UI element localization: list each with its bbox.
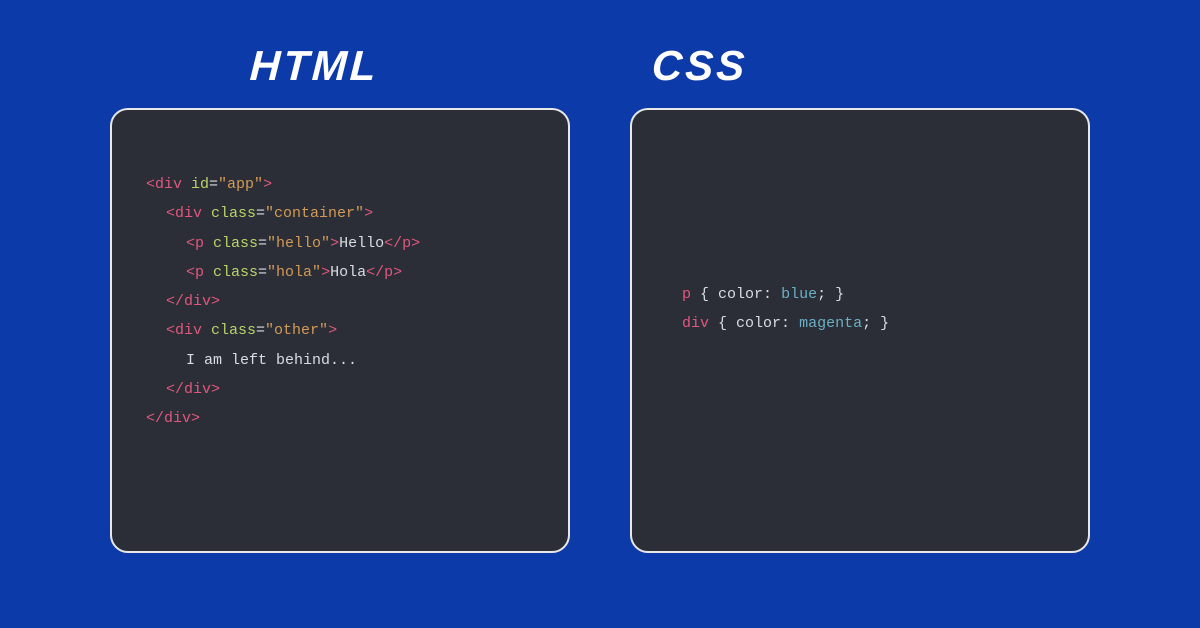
text-content: I am left behind... — [186, 352, 357, 369]
equals: = — [256, 322, 265, 339]
equals: = — [258, 235, 267, 252]
tag-closing: </div> — [166, 293, 220, 310]
text-content: Hola — [330, 264, 366, 281]
property: color — [736, 315, 781, 332]
semicolon: ; — [862, 315, 871, 332]
code-line: <div id="app"> — [146, 170, 534, 199]
code-line: <p class="hello">Hello</p> — [146, 229, 534, 258]
code-line: <p class="hola">Hola</p> — [146, 258, 534, 287]
selector: p — [682, 286, 691, 303]
tag-open: <p — [186, 235, 204, 252]
tag-close: > — [263, 176, 272, 193]
equals: = — [258, 264, 267, 281]
attr-name: class — [202, 205, 256, 222]
attr-value: "container" — [265, 205, 364, 222]
attr-value: "app" — [218, 176, 263, 193]
tag-close: > — [364, 205, 373, 222]
html-heading: HTML — [249, 42, 380, 90]
attr-value: "hello" — [267, 235, 330, 252]
css-rule-line: p { color: blue; } — [682, 280, 1054, 309]
tag-open: <p — [186, 264, 204, 281]
value: blue — [781, 286, 817, 303]
html-code-box: <div id="app"> <div class="container"> <… — [110, 108, 570, 553]
attr-name: class — [204, 235, 258, 252]
brace-close: } — [826, 286, 844, 303]
brace-close: } — [871, 315, 889, 332]
code-line: <div class="container"> — [146, 199, 534, 228]
code-line: <div class="other"> — [146, 316, 534, 345]
attr-name: class — [204, 264, 258, 281]
brace-open: { — [691, 286, 718, 303]
code-line: I am left behind... — [146, 346, 534, 375]
tag-closing: </div> — [146, 410, 200, 427]
attr-value: "hola" — [267, 264, 321, 281]
tag-open: <div — [166, 205, 202, 222]
brace-open: { — [709, 315, 736, 332]
css-heading: CSS — [651, 42, 749, 90]
colon: : — [763, 286, 781, 303]
value: magenta — [799, 315, 862, 332]
code-line: </div> — [146, 404, 534, 433]
tag-close: > — [328, 322, 337, 339]
code-line: </div> — [146, 375, 534, 404]
code-line: </div> — [146, 287, 534, 316]
equals: = — [209, 176, 218, 193]
tag-open: <div — [146, 176, 182, 193]
attr-value: "other" — [265, 322, 328, 339]
css-panel: CSS p { color: blue; } div { color: mage… — [630, 42, 1090, 553]
tag-close: > — [321, 264, 330, 281]
attr-name: class — [202, 322, 256, 339]
css-code-box: p { color: blue; } div { color: magenta;… — [630, 108, 1090, 553]
semicolon: ; — [817, 286, 826, 303]
text-content: Hello — [339, 235, 384, 252]
equals: = — [256, 205, 265, 222]
selector: div — [682, 315, 709, 332]
colon: : — [781, 315, 799, 332]
tag-closing: </p> — [384, 235, 420, 252]
tag-open: <div — [166, 322, 202, 339]
tag-close: > — [330, 235, 339, 252]
tag-closing: </p> — [366, 264, 402, 281]
html-panel: HTML <div id="app"> <div class="containe… — [110, 42, 570, 553]
property: color — [718, 286, 763, 303]
css-rule-line: div { color: magenta; } — [682, 309, 1054, 338]
tag-closing: </div> — [166, 381, 220, 398]
attr-name: id — [182, 176, 209, 193]
